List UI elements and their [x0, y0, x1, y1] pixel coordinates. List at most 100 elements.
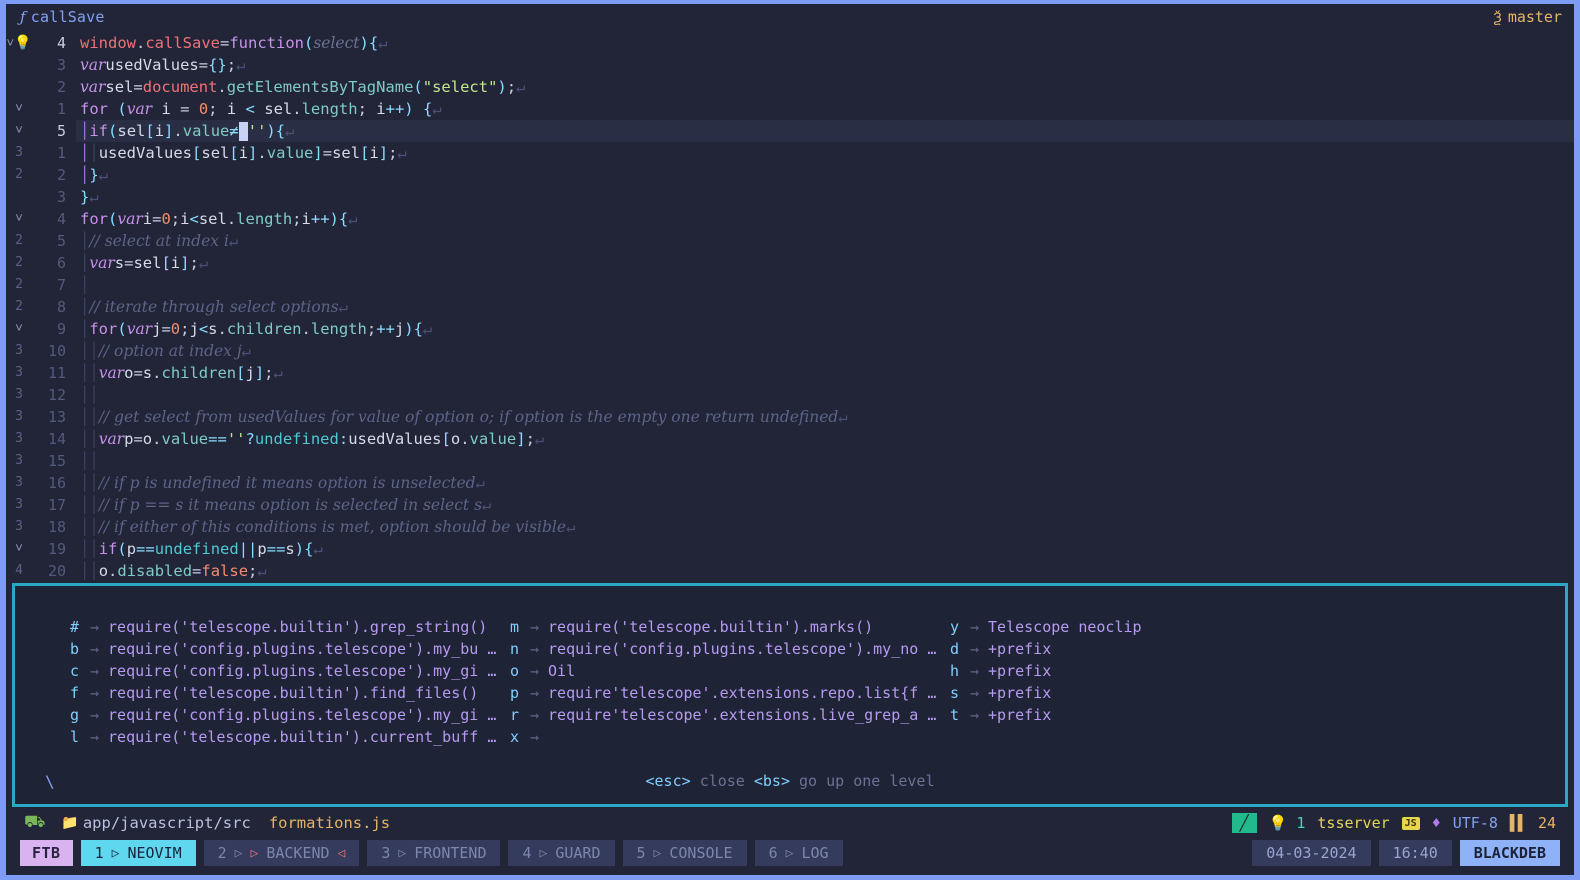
bs-key-label: <bs> [754, 772, 790, 790]
code-line[interactable]: 2 6 │ var s = sel[i];↵ [6, 252, 1574, 274]
tab-backend[interactable]: 2 ▷ ▷ BACKEND ◁ [204, 840, 360, 866]
line-number: 20 [32, 560, 76, 582]
which-key-popup[interactable]: #→require('telescope.builtin').grep_stri… [12, 583, 1568, 807]
line-number: 1 [32, 142, 76, 164]
fold-indicator[interactable]: ˅ [6, 538, 32, 560]
code-line[interactable]: ˅ 9 │ for (var j = 0; j < s.children.len… [6, 318, 1574, 340]
code-text: │ │ // if either of this conditions is m… [76, 516, 1574, 538]
fold-indicator[interactable]: 3 [6, 340, 32, 362]
fold-indicator[interactable]: ˅ [6, 98, 32, 120]
fold-indicator[interactable]: 3 [6, 516, 32, 538]
code-line[interactable]: 3 10 │ │ // option at index j↵ [6, 340, 1574, 362]
code-line[interactable]: 3 12 │ │ [6, 384, 1574, 406]
fold-indicator[interactable]: 3 [6, 450, 32, 472]
which-key-spacer [950, 726, 1310, 748]
code-line[interactable]: 2 2 │ }↵ [6, 164, 1574, 186]
fold-indicator[interactable]: ˅ [6, 208, 32, 230]
which-key-item[interactable]: h→+prefix [950, 660, 1310, 682]
which-key-item[interactable]: b→require('config.plugins.telescope').my… [70, 638, 510, 660]
fold-indicator[interactable]: 4 [6, 560, 32, 582]
which-key-desc: +prefix [988, 638, 1051, 660]
fold-indicator[interactable]: 3 [6, 362, 32, 384]
code-line[interactable]: ˅ 19 │ │ if (p == undefined || p == s) {… [6, 538, 1574, 560]
code-line[interactable]: 3 18 │ │ // if either of this conditions… [6, 516, 1574, 538]
code-line[interactable]: 2 var sel = document.getElementsByTagNam… [6, 76, 1574, 98]
which-key-footer: \ <esc> close <bs> go up one level [15, 758, 1565, 804]
fold-indicator[interactable]: ˅💡 [6, 32, 32, 55]
which-key-item[interactable]: g→require('config.plugins.telescope').my… [70, 704, 510, 726]
fold-indicator[interactable]: ˅ [6, 120, 32, 142]
window-split-icon[interactable]: ╱ [1232, 813, 1257, 833]
code-text: │ │ // if p is undefined it means option… [76, 472, 1574, 494]
fold-indicator[interactable]: 3 [6, 142, 32, 164]
fold-indicator[interactable]: 3 [6, 428, 32, 450]
code-area[interactable]: ˅💡 4 window.callSave = function(select) … [6, 30, 1574, 582]
code-line[interactable]: 2 7 │ [6, 274, 1574, 296]
which-key-item[interactable]: r→require'telescope'.extensions.live_gre… [510, 704, 950, 726]
which-key-item[interactable]: #→require('telescope.builtin').grep_stri… [70, 616, 510, 638]
esc-help-text: close [700, 772, 745, 790]
which-key-item[interactable]: y→Telescope neoclip [950, 616, 1310, 638]
code-text: var usedValues = {};↵ [76, 54, 1574, 76]
code-line[interactable]: 3 15 │ │ [6, 450, 1574, 472]
code-line[interactable]: 2 8 │ // iterate through select options↵ [6, 296, 1574, 318]
arrow-icon: → [528, 638, 548, 660]
winbar: ƒcallSave Ѯmaster [6, 4, 1574, 30]
which-key-item[interactable]: s→+prefix [950, 682, 1310, 704]
code-line[interactable]: 3 13 │ │ // get select from usedValues f… [6, 406, 1574, 428]
tab-log[interactable]: 6 ▷ LOG [755, 840, 843, 866]
which-key-item[interactable]: m→require('telescope.builtin').marks() [510, 616, 950, 638]
code-line[interactable]: 3 1 │ │ usedValues[ sel[i].value ] = sel… [6, 142, 1574, 164]
line-number: 7 [32, 274, 76, 296]
fold-indicator[interactable]: 2 [6, 252, 32, 274]
fold-indicator[interactable]: 3 [6, 384, 32, 406]
fold-indicator[interactable]: 2 [6, 164, 32, 186]
breadcrumb-label: callSave [31, 8, 105, 26]
tab-console[interactable]: 5 ▷ CONSOLE [623, 840, 747, 866]
code-line[interactable]: 3 11 │ │ var o = s.children[j];↵ [6, 362, 1574, 384]
code-line[interactable]: 3 14 │ │ var p = o.value == '' ? undefin… [6, 428, 1574, 450]
git-branch-icon: Ѯ [1493, 10, 1501, 26]
tab-neovim[interactable]: 1 ▷ NEOVIM [81, 840, 196, 866]
fold-indicator[interactable]: 2 [6, 230, 32, 252]
fold-indicator[interactable]: 2 [6, 296, 32, 318]
code-text: │ [76, 274, 1574, 296]
fold-indicator[interactable]: 3 [6, 406, 32, 428]
which-key-body: #→require('telescope.builtin').grep_stri… [15, 586, 1565, 748]
code-line[interactable]: 2 5 │ // select at index i↵ [6, 230, 1574, 252]
fold-indicator[interactable]: 2 [6, 274, 32, 296]
fold-indicator[interactable]: 3 [6, 472, 32, 494]
fold-indicator[interactable]: ˅ [6, 318, 32, 340]
time-pill: 16:40 [1379, 840, 1452, 866]
which-key-item[interactable]: x→ [510, 726, 950, 748]
which-key-item[interactable]: t→+prefix [950, 704, 1310, 726]
lsp-client-label: tsserver [1317, 814, 1389, 832]
diagnostic-hints[interactable]: 💡 1 [1269, 814, 1306, 832]
tab-frontend[interactable]: 3 ▷ FRONTEND [367, 840, 500, 866]
code-line[interactable]: 3 var usedValues = {};↵ [6, 54, 1574, 76]
which-key-item[interactable]: c→require('config.plugins.telescope').my… [70, 660, 510, 682]
which-key-item[interactable]: f→require('telescope.builtin').find_file… [70, 682, 510, 704]
code-text: │ if (sel[i].value ≠'') {↵ [76, 120, 1574, 142]
code-text: │ │ usedValues[ sel[i].value ] = sel[i];… [76, 142, 1574, 164]
code-line[interactable]: ˅ 1 for (var i = 0; i < sel.length; i++)… [6, 98, 1574, 120]
code-line[interactable]: 3 17 │ │ // if p == s it means option is… [6, 494, 1574, 516]
which-key-item[interactable]: o→Oil [510, 660, 950, 682]
code-text: │ │ [76, 450, 1574, 472]
fold-indicator[interactable]: 3 [6, 494, 32, 516]
tab-number: 4 [522, 844, 531, 862]
which-key-item[interactable]: n→require('config.plugins.telescope').my… [510, 638, 950, 660]
which-key-item[interactable]: p→require'telescope'.extensions.repo.lis… [510, 682, 950, 704]
which-key-item[interactable]: l→require('telescope.builtin').current_b… [70, 726, 510, 748]
code-line[interactable]: 3 }↵ [6, 186, 1574, 208]
which-key-desc: require('telescope.builtin').grep_string… [108, 616, 487, 638]
code-line[interactable]: 4 20 │ │ o.disabled = false;↵ [6, 560, 1574, 582]
tab-guard[interactable]: 4 ▷ GUARD [508, 840, 614, 866]
which-key-item[interactable]: d→+prefix [950, 638, 1310, 660]
code-line[interactable]: ˅ 4 for (var i = 0; i < sel.length; i++)… [6, 208, 1574, 230]
code-line[interactable]: ˅💡 4 window.callSave = function(select) … [6, 32, 1574, 54]
tab-label: BACKEND [266, 844, 329, 862]
code-line[interactable]: 3 16 │ │ // if p is undefined it means o… [6, 472, 1574, 494]
arrow-icon: → [968, 638, 988, 660]
code-line-cursor[interactable]: ˅ 5 │ if (sel[i].value ≠'') {↵ [6, 120, 1574, 142]
